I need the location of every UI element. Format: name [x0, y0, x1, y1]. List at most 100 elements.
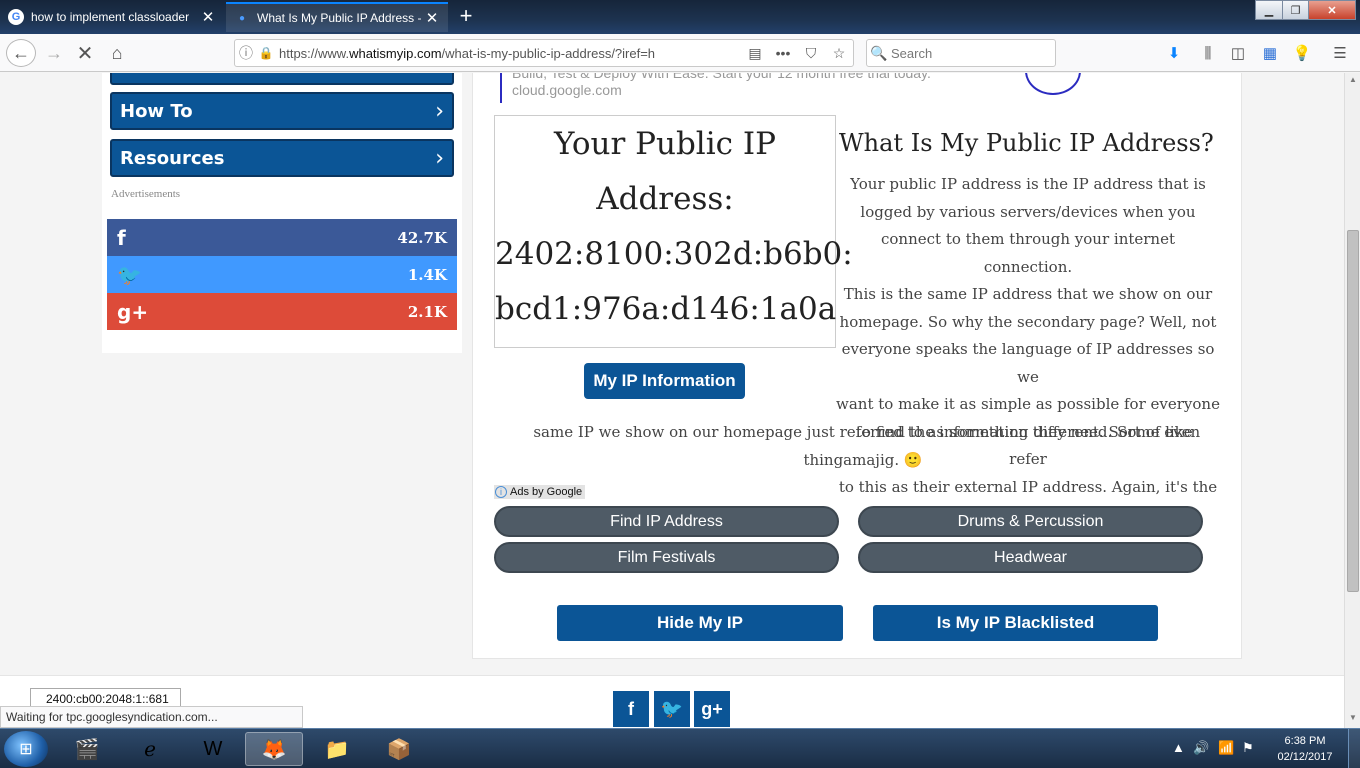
reader-view-icon[interactable]: ▤ [741, 45, 769, 62]
search-icon: 🔍 [870, 44, 888, 61]
bookmark-star-icon[interactable]: ☆ [825, 45, 853, 62]
network-signal-icon[interactable]: 📶 [1218, 740, 1234, 756]
top-text-ad[interactable]: Build, Test & Deploy With Ease. Start yo… [500, 73, 1000, 103]
ads-by-google-label[interactable]: i Ads by Google [494, 485, 586, 499]
show-desktop-button[interactable] [1348, 729, 1360, 768]
close-tab-icon[interactable]: ✕ [424, 9, 440, 27]
virtualbox-icon[interactable]: 📦 [370, 732, 428, 766]
new-tab-button[interactable]: + [452, 4, 480, 30]
close-window-button[interactable]: ✕ [1308, 0, 1356, 20]
hide-my-ip-button[interactable]: Hide My IP [557, 605, 843, 641]
site-info-icon[interactable]: ⓘ [235, 43, 257, 63]
firefox-icon[interactable]: 🦊 [245, 732, 303, 766]
share-count: 1.4K [407, 265, 447, 284]
ad-url: cloud.google.com [512, 82, 622, 98]
ad-text: Build, Test & Deploy With Ease. Start yo… [512, 73, 931, 81]
home-button[interactable]: ⌂ [104, 39, 130, 67]
share-count: 2.1K [407, 302, 447, 321]
sidebar-icon[interactable]: ◫ [1226, 42, 1250, 64]
share-count: 42.7K [397, 228, 447, 247]
sidebar-item-how-to[interactable]: How To › [110, 92, 454, 130]
paragraph-line: thingamajig. 🙂 [803, 450, 923, 469]
scrollbar-thumb[interactable] [1347, 230, 1359, 592]
address-bar[interactable]: ⓘ 🔒 https://www.whatismyip.com/what-is-m… [234, 39, 854, 67]
sidebar-item-label: How To [120, 100, 193, 122]
url-path: /what-is-my-public-ip-address/?iref=h [441, 45, 656, 61]
paragraph-line: This is the same IP address that we show… [843, 285, 1213, 303]
is-my-ip-blacklisted-button[interactable]: Is My IP Blacklisted [873, 605, 1158, 641]
show-hidden-icons-icon[interactable]: ▲ [1172, 740, 1185, 755]
share-facebook-button[interactable]: f 42.7K [107, 219, 457, 256]
ad-link-drums-percussion[interactable]: Drums & Percussion [858, 506, 1203, 537]
paragraph-line: everyone speaks the language of IP addre… [841, 340, 1215, 386]
footer-facebook-icon[interactable]: f [613, 691, 649, 727]
minimize-window-button[interactable]: ▁ [1255, 0, 1283, 20]
paragraph-line: connect to them through your internet co… [881, 230, 1175, 276]
extension-grid-icon[interactable]: ▦ [1258, 42, 1282, 64]
word-icon[interactable]: W [184, 732, 242, 766]
menu-hamburger-icon[interactable]: ☰ [1328, 42, 1352, 64]
forward-button[interactable]: → [42, 39, 66, 67]
ip-box-title-line1: Your Public IP [554, 126, 776, 162]
stop-loading-button[interactable]: ✕ [72, 39, 98, 67]
google-favicon-icon: G [8, 9, 24, 25]
page-scrollbar[interactable]: ▲ ▼ [1344, 73, 1360, 728]
downloads-icon[interactable]: ⬇ [1162, 42, 1186, 64]
action-center-icon[interactable]: ⚑ [1242, 740, 1254, 756]
ads-by-text: Ads by Google [510, 486, 583, 498]
media-player-icon[interactable]: 🎬 [58, 732, 116, 766]
clock-time: 6:38 PM [1284, 735, 1326, 747]
ip-address-part2: bcd1:976a:d146:1a0a [495, 291, 837, 327]
clock-date: 02/12/2017 [1277, 751, 1333, 763]
file-explorer-icon[interactable]: 📁 [308, 732, 366, 766]
sidebar-item-partial[interactable] [110, 73, 454, 85]
scroll-up-arrow-icon[interactable]: ▲ [1345, 75, 1360, 84]
pocket-icon[interactable]: ⛉ [797, 45, 825, 62]
loading-dot-icon: ● [238, 12, 246, 24]
start-button[interactable]: ⊞ [4, 731, 48, 767]
close-tab-icon[interactable]: ✕ [200, 8, 216, 26]
ad-arrow-icon[interactable] [1025, 73, 1081, 95]
library-icon[interactable]: ⫼ [1196, 42, 1220, 64]
internet-explorer-icon[interactable]: ℯ [121, 732, 179, 766]
url-domain: whatismyip.com [349, 45, 442, 61]
ip-box-title-line2: Address: [596, 181, 734, 217]
web-page: How To › Resources › Advertisements f 42… [0, 73, 1344, 728]
url-text[interactable]: https://www.whatismyip.com/what-is-my-pu… [275, 46, 741, 61]
facebook-icon: f [117, 225, 126, 250]
share-google-plus-button[interactable]: g+ 2.1K [107, 293, 457, 330]
advertisements-label: Advertisements [111, 188, 181, 200]
tab-classloader[interactable]: G how to implement classloader ✕ [0, 2, 224, 32]
scroll-down-arrow-icon[interactable]: ▼ [1345, 713, 1360, 722]
paragraph-line: same IP we show on our homepage just ref… [533, 423, 1193, 441]
paragraph-line: to this as their external IP address. Ag… [838, 477, 1218, 496]
search-input[interactable]: 🔍 Search [866, 39, 1056, 67]
sidebar-item-resources[interactable]: Resources › [110, 139, 454, 177]
google-plus-icon: g+ [117, 299, 149, 324]
volume-icon[interactable]: 🔊 [1193, 740, 1209, 756]
tab-whatismyip[interactable]: ● What Is My Public IP Address - ✕ [226, 2, 448, 32]
paragraph-line: logged by various servers/devices when y… [860, 202, 1196, 221]
footer-twitter-icon[interactable]: 🐦 [654, 691, 690, 727]
lightbulb-icon[interactable]: 💡 [1290, 42, 1314, 64]
footer-google-plus-icon[interactable]: g+ [694, 691, 730, 727]
info-icon: i [495, 486, 507, 498]
page-actions-icon[interactable]: ••• [769, 45, 797, 61]
paragraph-line: Your public IP address is the IP address… [850, 175, 1206, 193]
system-clock[interactable]: 6:38 PM 02/12/2017 [1272, 733, 1338, 765]
maximize-window-button[interactable]: ❐ [1282, 0, 1309, 20]
ad-link-film-festivals[interactable]: Film Festivals [494, 542, 839, 573]
windows-taskbar: ⊞ 🎬 ℯ W 🦊 📁 📦 ▲ 🔊 📶 ⚑ 6:38 PM 02/12/2017 [0, 728, 1360, 768]
tab-title: What Is My Public IP Address - [257, 11, 422, 25]
ip-address-part1: 2402:8100:302d:b6b0: [495, 236, 853, 272]
browser-status-bar: Waiting for tpc.googlesyndication.com... [0, 706, 303, 728]
secure-lock-icon: 🔒 [258, 46, 274, 60]
share-twitter-button[interactable]: 🐦 1.4K [107, 256, 457, 293]
public-ip-box: Your Public IP Address: 2402:8100:302d:b… [494, 115, 853, 348]
ad-link-find-ip-address[interactable]: Find IP Address [494, 506, 839, 537]
ad-link-headwear[interactable]: Headwear [858, 542, 1203, 573]
search-placeholder: Search [891, 45, 933, 61]
my-ip-information-button[interactable]: My IP Information [584, 363, 745, 399]
tab-title: how to implement classloader [31, 10, 190, 24]
back-button[interactable]: ← [6, 39, 36, 67]
